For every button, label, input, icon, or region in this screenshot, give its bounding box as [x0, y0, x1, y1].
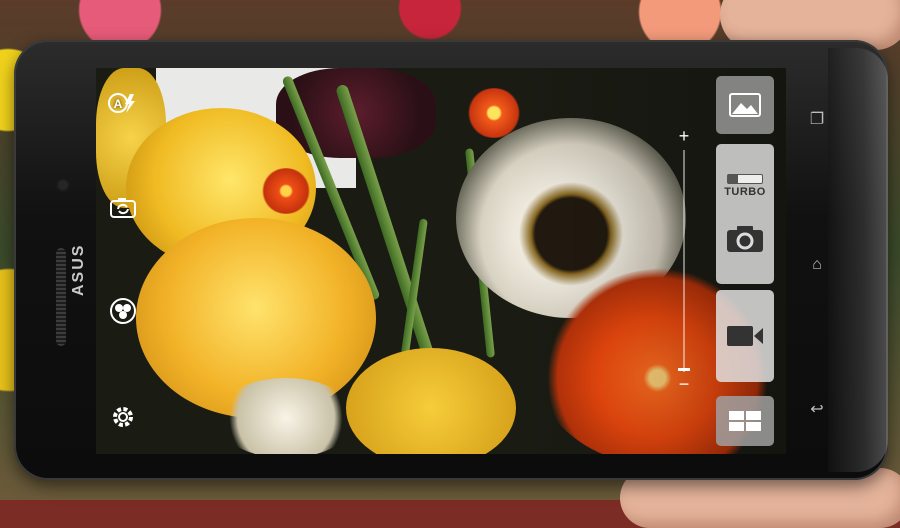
home-key-icon[interactable]: ⌂: [808, 256, 826, 274]
turbo-label: TURBO: [724, 186, 766, 198]
camera-shutter-icon: [727, 226, 763, 252]
settings-icon[interactable]: [108, 402, 138, 432]
turbo-indicator[interactable]: TURBO: [724, 174, 766, 198]
shooting-mode-icon[interactable]: [108, 296, 138, 326]
back-key-icon[interactable]: ↩: [808, 400, 826, 418]
speaker-grill: [56, 248, 66, 346]
brand-logo: ASUS: [70, 243, 87, 296]
zoom-slider-track[interactable]: [683, 150, 685, 372]
gallery-icon: [729, 93, 761, 117]
svg-text:A: A: [114, 97, 123, 111]
mode-grid-button[interactable]: [716, 396, 774, 446]
front-camera: [58, 180, 68, 190]
grid-mode-icon: [729, 411, 761, 431]
turbo-bar: [726, 174, 763, 184]
recent-apps-icon[interactable]: ❐: [808, 110, 826, 128]
auto-flash-icon[interactable]: A: [108, 88, 138, 118]
zoom-slider-handle[interactable]: [678, 368, 690, 371]
zoom-in-icon[interactable]: +: [676, 126, 692, 147]
shutter-button[interactable]: TURBO: [716, 144, 774, 284]
video-record-icon: [727, 326, 763, 346]
camera-viewfinder[interactable]: A + − TURBO: [96, 68, 786, 454]
switch-camera-icon[interactable]: [108, 193, 138, 223]
zoom-out-icon[interactable]: −: [676, 374, 692, 395]
phone-edge: [828, 48, 888, 472]
video-record-button[interactable]: [716, 290, 774, 382]
gallery-button[interactable]: [716, 76, 774, 134]
